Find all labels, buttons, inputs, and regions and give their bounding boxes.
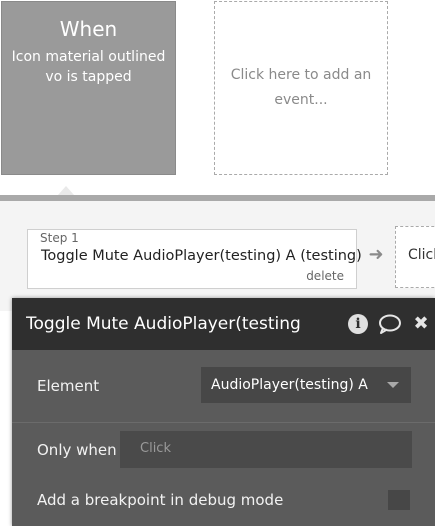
- next-step-label: Click: [408, 247, 435, 263]
- element-select-value: AudioPlayer(testing) A: [211, 377, 368, 393]
- only-when-input[interactable]: Click: [120, 431, 412, 468]
- event-when-label: When: [59, 17, 118, 41]
- step-delete-link[interactable]: delete: [306, 269, 344, 283]
- editor-title: Toggle Mute AudioPlayer(testing: [26, 314, 301, 334]
- property-editor: Toggle Mute AudioPlayer(testing i ✖ Elem…: [12, 298, 435, 526]
- element-label: Element: [37, 377, 100, 395]
- only-when-placeholder: Click: [140, 441, 171, 456]
- selected-event-pointer: [58, 186, 74, 195]
- add-event-button[interactable]: Click here to add an event...: [214, 1, 388, 175]
- event-description: Icon material outlined vo is tapped: [11, 49, 166, 85]
- event-card-when[interactable]: When Icon material outlined vo is tapped: [1, 1, 176, 175]
- chevron-down-icon: [387, 382, 399, 388]
- only-when-label: Only when: [37, 441, 117, 459]
- add-next-step-button[interactable]: Click: [395, 226, 435, 288]
- workflow-step-1[interactable]: Step 1 Toggle Mute AudioPlayer(testing) …: [27, 229, 362, 289]
- breakpoint-label: Add a breakpoint in debug mode: [37, 491, 284, 509]
- editor-header: Toggle Mute AudioPlayer(testing i ✖: [12, 298, 435, 350]
- element-select[interactable]: AudioPlayer(testing) A: [201, 367, 411, 403]
- add-event-label: Click here to add an event...: [230, 67, 372, 108]
- info-icon[interactable]: i: [348, 314, 368, 334]
- step-number-label: Step 1: [40, 231, 79, 245]
- comment-icon[interactable]: [377, 313, 403, 335]
- breakpoint-checkbox[interactable]: [388, 490, 410, 510]
- arrow-right-icon: ➜: [368, 244, 384, 265]
- editor-divider: [12, 422, 435, 423]
- step-title: Toggle Mute AudioPlayer(testing) A (test…: [41, 248, 362, 264]
- close-icon[interactable]: ✖: [412, 313, 430, 335]
